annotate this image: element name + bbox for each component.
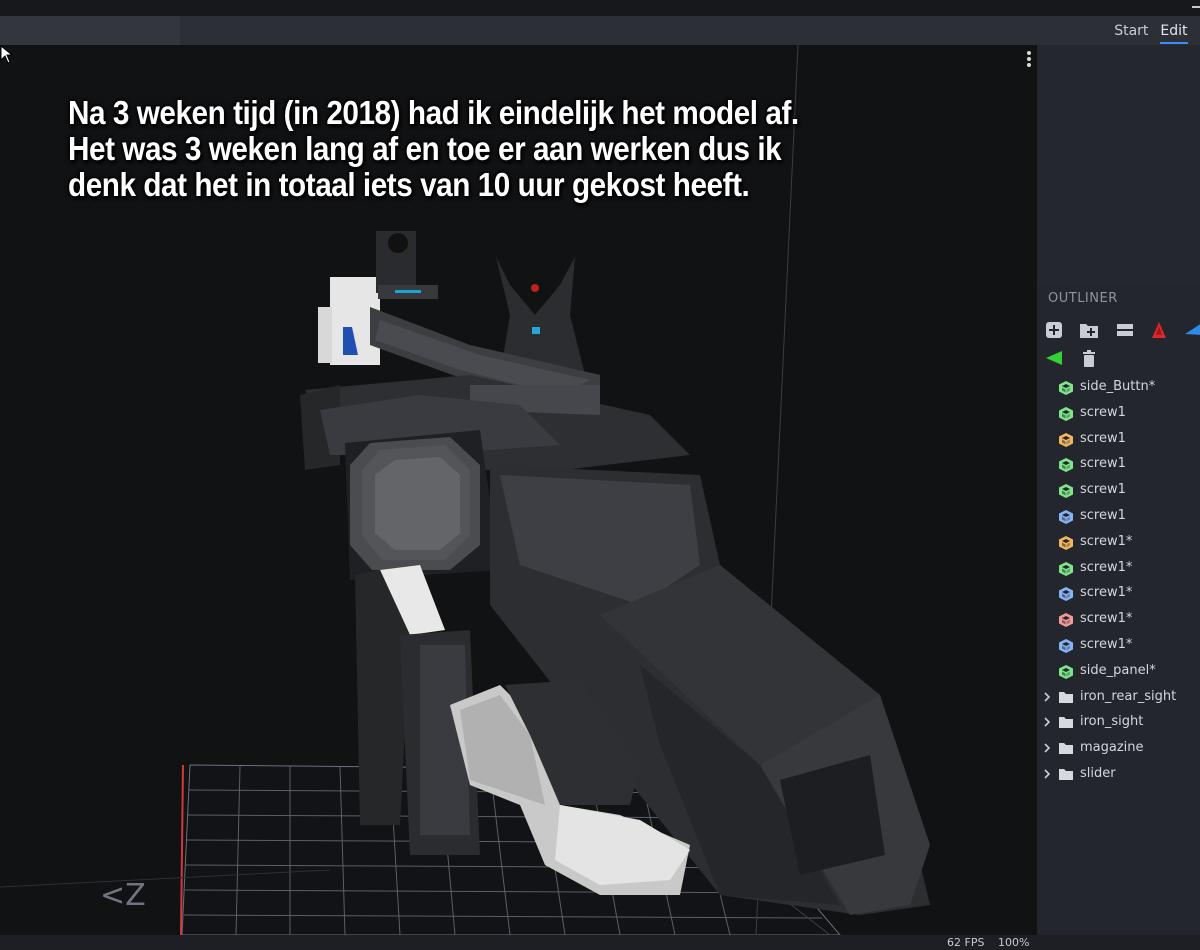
folder-icon [1059,717,1073,729]
panel-placeholder [1037,45,1200,285]
mouse-cursor-icon [0,45,14,64]
caption-line: Het was 3 weken lang af en toe er aan we… [68,130,782,167]
cube-icon [1059,381,1073,395]
outliner-group[interactable]: iron_rear_sight [1037,685,1200,710]
outliner-cube[interactable]: screw1 [1037,452,1200,477]
outliner-group[interactable]: magazine [1037,736,1200,761]
add-group-icon[interactable] [1078,319,1100,341]
axis-x-icon[interactable] [1148,319,1170,341]
axis-label-z: <Z [100,878,146,913]
minimize-icon[interactable] [1192,6,1200,8]
menu-bar: Start Edit P [0,16,1200,45]
cube-icon [1059,561,1073,576]
collapse-icon[interactable] [1114,319,1136,341]
caption-line: denk dat het in totaal iets van 10 uur g… [68,166,750,203]
caption-line: Na 3 weken tijd (in 2018) had ik eindeli… [68,94,799,131]
outliner-item-label: screw1 [1080,482,1126,498]
outliner-item-label: slider [1080,766,1116,781]
outliner-item-label: screw1* [1080,611,1133,627]
outliner-cube[interactable]: screw1* [1037,633,1200,658]
cube-icon [1059,406,1073,421]
outliner-cube[interactable]: screw1* [1037,530,1200,555]
chevron-right-icon[interactable] [1043,742,1051,754]
outliner-item-label: screw1 [1080,404,1126,420]
cube-icon [1059,510,1073,524]
outliner-title: OUTLINER [1048,291,1118,306]
outliner-item-label: screw1* [1080,637,1133,652]
3d-viewport[interactable]: <Z Na 3 weken tijd (in 2018) had ik eind… [0,45,1037,935]
outliner-cube[interactable]: screw1 [1037,427,1200,452]
chevron-right-icon[interactable] [1043,768,1051,780]
fps-readout: 62 FPS [947,936,985,949]
outliner-item-label: side_panel* [1080,662,1156,678]
outliner-item-label: side_Buttn* [1080,379,1156,394]
window-top-strip [0,0,1200,16]
file-tab[interactable] [0,16,180,45]
outliner-cube[interactable]: screw1 [1037,504,1200,529]
cube-icon [1059,458,1073,473]
status-bar: 62 FPS 100% [0,935,1200,950]
add-cube-icon[interactable] [1043,319,1065,341]
outliner-item-label: screw1 [1080,508,1126,523]
outliner-group[interactable]: iron_sight [1037,710,1200,735]
cube-icon [1059,587,1073,602]
side-panel: OUTLINER side_Buttn* screw1 screw1 screw1 sc… [1037,45,1200,935]
outliner-cube[interactable]: screw1 [1037,478,1200,503]
overlay-caption: Na 3 weken tijd (in 2018) had ik eindeli… [68,95,923,203]
outliner-cube[interactable]: side_panel* [1037,659,1200,684]
mode-start[interactable]: Start [1114,23,1148,39]
chevron-right-icon[interactable] [1043,691,1051,703]
folder-icon [1059,743,1073,755]
zoom-readout: 100% [998,936,1030,949]
outliner-item-label: screw1 [1080,456,1126,472]
outliner-item-label: screw1* [1080,559,1133,575]
mode-edit[interactable]: Edit [1160,23,1188,44]
outliner-item-label: screw1 [1080,430,1126,446]
chevron-right-icon[interactable] [1043,716,1051,728]
mode-selector: Start Edit P [1114,16,1200,45]
outliner-cube[interactable]: screw1* [1037,607,1200,632]
folder-icon [1059,691,1073,703]
axis-z-icon[interactable] [1182,319,1200,341]
outliner-cube[interactable]: screw1* [1037,581,1200,606]
cube-icon [1059,613,1073,628]
outliner-cube[interactable]: screw1 [1037,401,1200,426]
outliner-item-label: magazine [1080,740,1144,756]
outliner-item-label: screw1* [1080,533,1133,549]
cube-icon [1059,535,1073,550]
outliner-item-label: screw1* [1080,585,1133,601]
axis-y-icon[interactable] [1043,347,1065,369]
outliner-cube[interactable]: screw1* [1037,556,1200,581]
outliner-item-label: iron_rear_sight [1080,688,1177,704]
cube-icon [1059,664,1073,679]
viewport-menu-icon[interactable] [1026,51,1032,67]
cube-icon [1059,484,1073,499]
outliner-group[interactable]: slider [1037,762,1200,787]
cube-icon [1059,639,1073,653]
cube-icon [1059,432,1073,447]
outliner-item-label: iron_sight [1080,714,1144,730]
folder-icon [1059,769,1073,780]
trash-icon[interactable] [1078,347,1100,369]
outliner-toolbar [1037,317,1200,375]
outliner-cube[interactable]: side_Buttn* [1037,375,1200,400]
